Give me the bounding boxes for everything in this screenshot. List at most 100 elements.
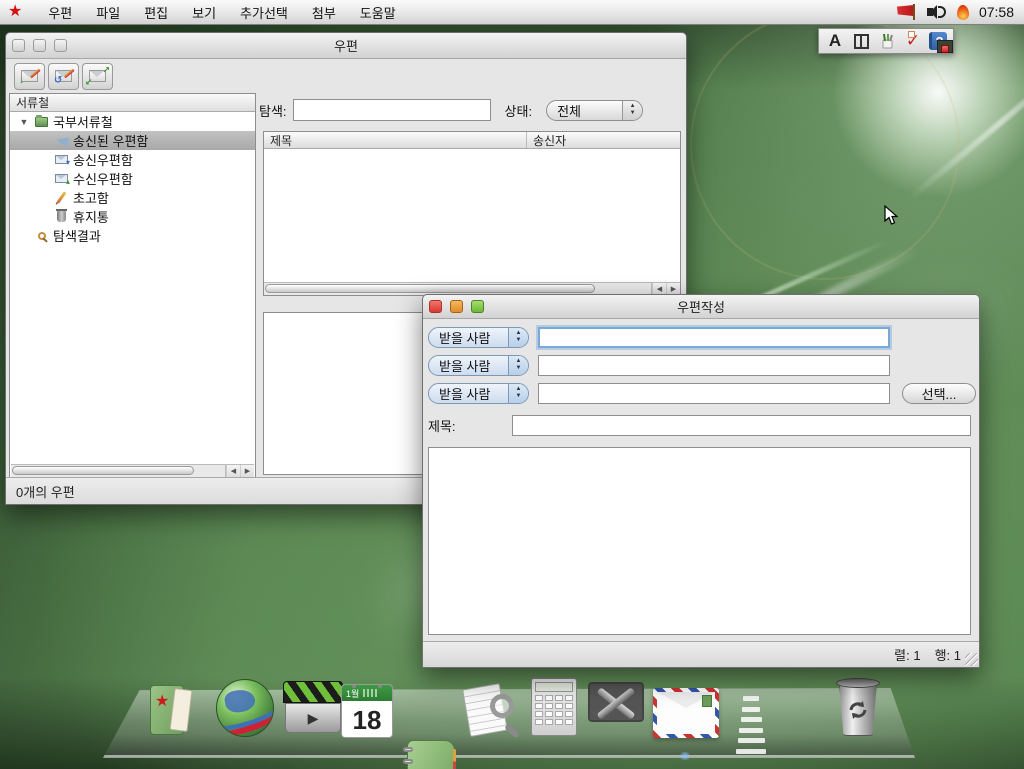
zoom-button[interactable]	[471, 300, 484, 313]
cursor-line-indicator: 행: 1	[935, 645, 961, 664]
recipient-input-3[interactable]	[538, 383, 890, 404]
subject-label: 제목:	[428, 416, 456, 435]
menu-options[interactable]: 추가선택	[228, 0, 300, 25]
scrollbar-thumb[interactable]	[265, 284, 595, 293]
pen-cup-icon[interactable]	[877, 31, 897, 51]
dock-item-trash[interactable]	[835, 678, 881, 738]
dock-item-media-player[interactable]: ▶	[283, 681, 343, 735]
dock-dash-divider	[736, 696, 766, 754]
flag-icon[interactable]	[897, 4, 917, 20]
compose-statusbar: 렬: 1 행: 1	[423, 641, 979, 667]
inbox-envelope-icon	[54, 171, 69, 186]
mail-toolbar: ↓ ↺ ↗↙	[6, 59, 686, 93]
cursor-column-indicator: 렬: 1	[894, 645, 920, 664]
search-label: 탐색:	[259, 101, 287, 120]
resize-grip[interactable]	[965, 653, 978, 666]
menubar-clock[interactable]: 07:58	[979, 4, 1014, 20]
speaker-volume-icon[interactable]	[927, 4, 947, 20]
menu-file[interactable]: 파일	[84, 0, 132, 25]
compose-new-mail-button[interactable]: ↓	[14, 63, 45, 90]
compose-window-title: 우편작성	[677, 297, 725, 316]
sent-plane-icon	[54, 133, 69, 148]
message-body-textarea[interactable]	[428, 447, 971, 635]
flame-icon[interactable]	[957, 4, 970, 20]
menu-mail[interactable]: 우편	[36, 0, 84, 25]
recipient-type-dropdown-3[interactable]: 받을 사람 ▲▼	[428, 383, 529, 404]
menu-edit[interactable]: 편집	[132, 0, 180, 25]
dock-item-document-search[interactable]	[460, 684, 522, 740]
recipient-type-dropdown-2[interactable]: 받을 사람 ▲▼	[428, 355, 529, 376]
dock-item-address-book[interactable]	[407, 740, 455, 769]
draft-pencil-icon	[54, 190, 69, 205]
sidebar-item-drafts[interactable]: 초고함	[10, 188, 255, 207]
stepper-arrows-icon[interactable]: ▲▼	[508, 328, 528, 347]
menu-attach[interactable]: 첨부	[300, 0, 348, 25]
outbox-envelope-icon	[54, 152, 69, 167]
toolbar-close-grip[interactable]	[937, 40, 953, 53]
calendar-day-label: 18	[342, 701, 392, 738]
column-header-subject[interactable]: 제목	[264, 132, 527, 148]
stepper-arrows-icon[interactable]: ▲▼	[508, 356, 528, 375]
sidebar-item-local-folders[interactable]: ▼ 국부서류철	[10, 112, 255, 131]
sidebar-horizontal-scrollbar[interactable]: ◀ ▶	[11, 464, 254, 477]
sidebar-item-trash[interactable]: 휴지통	[10, 207, 255, 226]
select-contact-button[interactable]: 선택...	[902, 383, 976, 404]
menu-help[interactable]: 도움말	[348, 0, 408, 25]
search-magnifier-icon	[34, 228, 49, 243]
red-star-icon[interactable]: ★	[8, 4, 22, 20]
scroll-left-icon[interactable]: ◀	[226, 465, 240, 477]
recipient-input-2[interactable]	[538, 355, 890, 376]
message-list: 제목 송신자 ◀ ▶	[263, 131, 681, 296]
stamp-check-icon[interactable]: ✓	[903, 31, 923, 51]
sidebar-item-sent-mailbox[interactable]: 송신된 우편함	[10, 131, 255, 150]
close-button[interactable]	[429, 300, 442, 313]
search-row: 탐색: 상태: 전체 ▲▼	[259, 95, 680, 125]
close-button[interactable]	[12, 39, 25, 52]
sidebar-item-search-results[interactable]: 탐색결과	[10, 226, 255, 245]
compose-window-titlebar[interactable]: 우편작성	[423, 295, 979, 319]
recipient-input-1[interactable]	[538, 327, 890, 348]
stamp-icon	[702, 695, 712, 707]
minimize-button[interactable]	[33, 39, 46, 52]
font-icon[interactable]: A	[825, 31, 845, 51]
status-filter-label: 상태:	[505, 101, 533, 120]
status-filter-dropdown[interactable]: 전체 ▲▼	[546, 100, 643, 121]
sidebar-item-outbox[interactable]: 송신우편함	[10, 150, 255, 169]
dock-item-calculator[interactable]	[531, 678, 577, 736]
reply-mail-button[interactable]: ↺	[48, 63, 79, 90]
sidebar-header: 서류철	[10, 94, 255, 112]
floating-toolbar: A ✓ ?	[818, 28, 954, 54]
play-icon: ▶	[308, 710, 319, 727]
trash-icon	[54, 209, 69, 224]
dock-item-documents[interactable]: ★	[150, 683, 194, 737]
scroll-right-icon[interactable]: ▶	[240, 465, 254, 477]
columns-icon[interactable]	[851, 31, 871, 51]
column-header-sender[interactable]: 송신자	[527, 132, 680, 148]
compose-window: 우편작성 받을 사람 ▲▼ 받을 사람 ▲▼ 받을 사람 ▲▼ 선택... 제목…	[422, 294, 980, 668]
status-filter-value: 전체	[547, 101, 622, 120]
mail-window-title: 우편	[334, 36, 358, 55]
magnifier-icon	[490, 694, 514, 718]
sidebar-item-inbox[interactable]: 수신우편함	[10, 169, 255, 188]
disclosure-triangle-icon[interactable]: ▼	[18, 117, 30, 127]
search-input[interactable]	[293, 99, 491, 121]
send-receive-button[interactable]: ↗↙	[82, 63, 113, 90]
dock: ★ ▶ 1월 18	[0, 668, 1024, 769]
minimize-button[interactable]	[450, 300, 463, 313]
recipient-type-dropdown-1[interactable]: 받을 사람 ▲▼	[428, 327, 529, 348]
stepper-arrows-icon[interactable]: ▲▼	[508, 384, 528, 403]
dock-item-mail[interactable]	[653, 688, 719, 738]
dock-item-calendar[interactable]: 1월 18	[341, 684, 393, 738]
scrollbar-thumb[interactable]	[12, 466, 194, 475]
mail-window-titlebar[interactable]: 우편	[6, 33, 686, 59]
menu-view[interactable]: 보기	[180, 0, 228, 25]
dock-item-browser[interactable]	[216, 679, 274, 737]
zoom-button[interactable]	[54, 39, 67, 52]
mouse-cursor	[884, 205, 898, 226]
stepper-arrows-icon[interactable]: ▲▼	[622, 101, 642, 120]
subject-input[interactable]	[512, 415, 971, 436]
dock-item-system-tools[interactable]	[586, 682, 646, 738]
active-app-indicator	[678, 752, 692, 760]
red-close-icon[interactable]	[941, 45, 949, 53]
recycle-icon	[846, 698, 870, 722]
